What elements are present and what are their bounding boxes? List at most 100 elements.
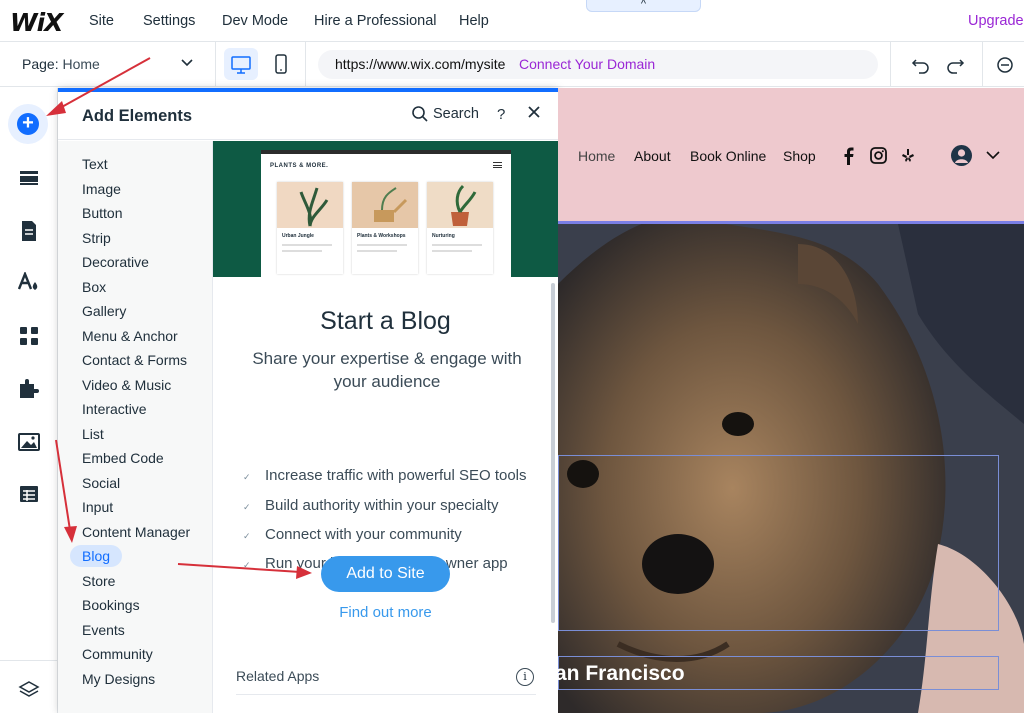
card-image — [427, 182, 493, 228]
user-icon — [955, 149, 968, 163]
check-icon: ✓ — [243, 531, 251, 541]
layers-button[interactable] — [9, 670, 49, 710]
connect-domain-link[interactable]: Connect Your Domain — [519, 56, 655, 72]
add-to-site-button[interactable]: Add to Site — [321, 556, 450, 592]
category-content-manager[interactable]: Content Manager — [82, 524, 190, 540]
check-icon: ✓ — [243, 560, 251, 570]
category-list[interactable]: List — [82, 426, 104, 442]
card-title: Urban Jungle — [282, 233, 314, 239]
menu-settings[interactable]: Settings — [143, 13, 195, 29]
site-canvas[interactable]: Home About Book Online Shop an Francisco — [558, 88, 1024, 713]
check-icon: ✓ — [243, 502, 251, 512]
find-out-more-link[interactable]: Find out more — [213, 604, 558, 621]
card-image — [352, 182, 418, 228]
category-bookings[interactable]: Bookings — [82, 597, 140, 613]
site-nav-about[interactable]: About — [634, 148, 671, 164]
desktop-view-button[interactable] — [224, 48, 258, 80]
site-url-bar[interactable]: https://www.wix.com/mysite Connect Your … — [318, 50, 878, 79]
cms-button[interactable] — [9, 474, 49, 514]
info-icon[interactable]: i — [516, 668, 534, 686]
category-menu-anchor[interactable]: Menu & Anchor — [82, 328, 178, 344]
category-list: Text Image Button Strip Decorative Box G… — [58, 141, 213, 713]
site-nav-home[interactable]: Home — [578, 148, 615, 164]
panel-search-button[interactable]: Search — [411, 105, 479, 123]
feature-item: ✓ Increase traffic with powerful SEO tool… — [243, 467, 527, 484]
help-icon[interactable]: ? — [497, 106, 505, 123]
redo-icon[interactable] — [944, 54, 966, 76]
category-community[interactable]: Community — [82, 646, 153, 662]
category-embed-code[interactable]: Embed Code — [82, 450, 164, 466]
menu-site[interactable]: Site — [89, 13, 114, 29]
business-tools-button[interactable] — [9, 369, 49, 409]
chevron-down-icon — [181, 59, 193, 67]
category-image[interactable]: Image — [82, 181, 121, 197]
add-elements-button[interactable]: + — [8, 104, 48, 144]
site-nav-book-online[interactable]: Book Online — [690, 148, 766, 164]
close-icon[interactable] — [526, 104, 542, 120]
blog-title: Start a Blog — [320, 307, 451, 335]
account-avatar[interactable] — [951, 145, 972, 166]
instagram-icon[interactable] — [870, 147, 887, 164]
blog-subtitle: Share your expertise & engage with your … — [252, 349, 522, 391]
search-label: Search — [433, 106, 479, 122]
check-icon: ✓ — [243, 472, 251, 482]
pages-button[interactable] — [9, 211, 49, 251]
feature-item: ✓ Build authority within your specialty — [243, 497, 498, 514]
category-events[interactable]: Events — [82, 622, 125, 638]
category-gallery[interactable]: Gallery — [82, 303, 126, 319]
category-interactive[interactable]: Interactive — [82, 401, 147, 417]
category-blog[interactable]: Blog — [70, 545, 123, 567]
category-box[interactable]: Box — [82, 279, 106, 295]
toolbar-divider — [982, 42, 983, 87]
city-heading[interactable]: an Francisco — [558, 662, 685, 686]
feature-item: ✓ Connect with your community — [243, 526, 462, 543]
card-title: Plants & Workshops — [357, 233, 406, 239]
card-line — [432, 250, 472, 252]
wix-logo[interactable]: WiX — [10, 8, 63, 37]
category-input[interactable]: Input — [82, 499, 113, 515]
page-value: Home — [62, 56, 100, 72]
top-bar: WiX Site Settings Dev Mode Hire a Profes… — [0, 0, 1024, 42]
menu-dev-mode[interactable]: Dev Mode — [222, 13, 288, 29]
undo-icon[interactable] — [910, 54, 932, 76]
category-button[interactable]: Button — [82, 205, 122, 221]
page-selector[interactable]: Page: Home — [0, 42, 216, 87]
media-button[interactable] — [9, 422, 49, 462]
site-design-button[interactable] — [9, 263, 49, 303]
card-line — [432, 244, 482, 246]
blog-content: PLANTS & MORE. Urban Jungle Plants & Wor… — [213, 141, 558, 713]
category-video-music[interactable]: Video & Music — [82, 377, 171, 393]
category-strip[interactable]: Strip — [82, 230, 111, 246]
site-nav-shop[interactable]: Shop — [783, 148, 816, 164]
desktop-icon — [231, 56, 251, 74]
category-text[interactable]: Text — [82, 156, 108, 172]
feature-text: Connect with your community — [265, 526, 462, 543]
upgrade-link[interactable]: Upgrade — [968, 13, 1024, 29]
category-contact-forms[interactable]: Contact & Forms — [82, 352, 187, 368]
category-decorative[interactable]: Decorative — [82, 254, 149, 270]
wix-editor: WiX Site Settings Dev Mode Hire a Profes… — [0, 0, 1024, 713]
category-my-designs[interactable]: My Designs — [82, 671, 155, 687]
category-store[interactable]: Store — [82, 573, 115, 589]
puzzle-icon — [20, 379, 39, 398]
menu-hire-professional[interactable]: Hire a Professional — [314, 13, 437, 29]
collapse-toolbar-tab[interactable]: ^ — [586, 0, 701, 12]
category-social[interactable]: Social — [82, 475, 120, 491]
site-url: https://www.wix.com/mysite — [335, 56, 506, 72]
yelp-icon[interactable] — [901, 148, 915, 163]
sections-button[interactable] — [9, 158, 49, 198]
chevron-down-icon[interactable] — [986, 150, 1000, 160]
selection-frame[interactable] — [558, 455, 999, 631]
menu-help[interactable]: Help — [459, 13, 489, 29]
mobile-icon — [275, 54, 287, 74]
add-apps-button[interactable] — [9, 316, 49, 356]
page-label: Page: — [22, 56, 59, 72]
mockup-card: Urban Jungle — [277, 182, 343, 274]
panel-header: Add Elements Search ? — [58, 92, 558, 140]
site-header[interactable]: Home About Book Online Shop — [558, 88, 1024, 222]
mobile-view-button[interactable] — [264, 48, 298, 80]
hamburger-icon — [493, 162, 502, 168]
zoom-out-icon[interactable] — [995, 55, 1015, 75]
page-icon — [22, 221, 36, 241]
facebook-icon[interactable] — [843, 147, 855, 165]
